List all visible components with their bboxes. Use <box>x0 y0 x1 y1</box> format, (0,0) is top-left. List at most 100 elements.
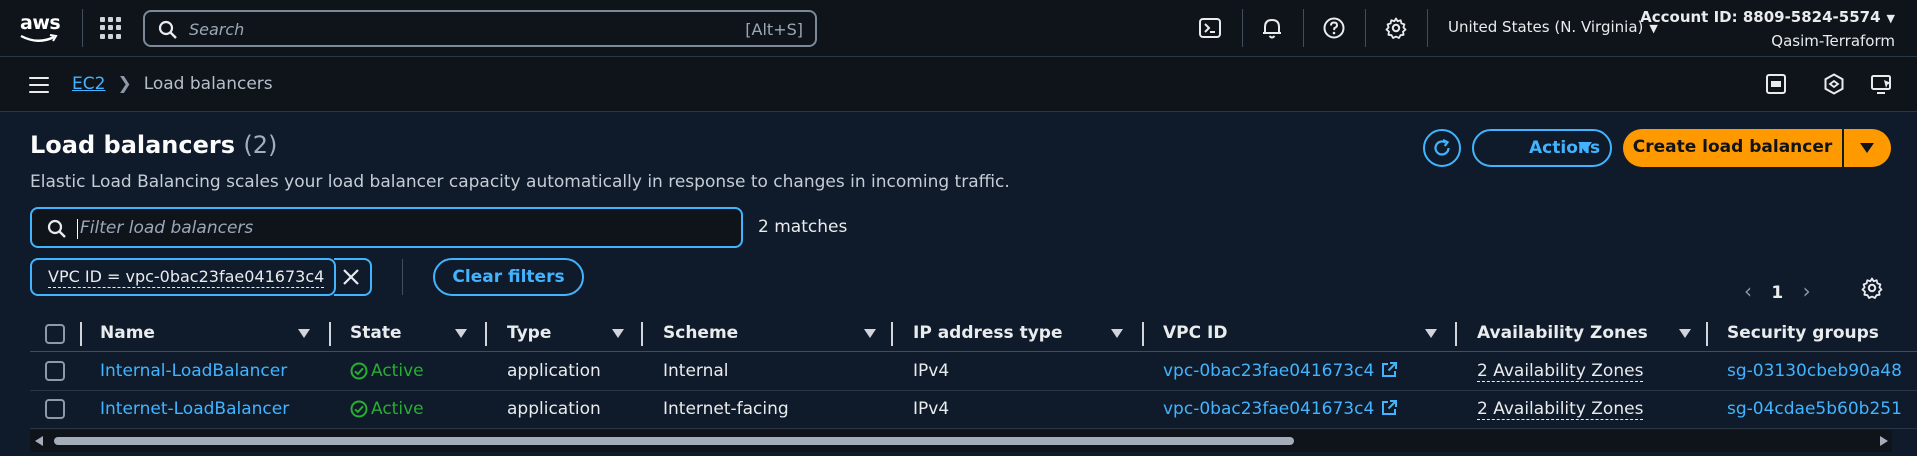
actions-button[interactable]: Actions <box>1472 129 1612 167</box>
divider <box>1242 9 1243 47</box>
region-selector[interactable]: United States (N. Virginia) ▼ <box>1448 18 1658 36</box>
breadcrumb-current: Load balancers <box>143 74 273 94</box>
check-circle-icon <box>350 362 368 380</box>
column-divider[interactable] <box>485 322 487 346</box>
pagination: ‹ 1 › <box>1744 279 1811 303</box>
select-all-checkbox[interactable] <box>45 324 65 344</box>
load-balancer-name-link[interactable]: Internal-LoadBalancer <box>100 361 287 381</box>
aws-logo[interactable]: aws <box>20 12 62 46</box>
filter-placeholder: Filter load balancers <box>80 218 254 238</box>
aws-logo-text: aws <box>20 12 61 34</box>
page-description: Elastic Load Balancing scales your load … <box>30 172 1010 192</box>
gear-icon[interactable] <box>1384 16 1408 40</box>
chevron-left-icon[interactable]: ‹ <box>1744 279 1752 303</box>
breadcrumb-ec2-link[interactable]: EC2 <box>72 74 105 94</box>
text-cursor <box>77 219 78 239</box>
ip-type-cell: IPv4 <box>913 361 950 381</box>
column-header-type[interactable]: Type <box>507 323 624 343</box>
scrollbar-thumb[interactable] <box>54 437 1294 445</box>
cloudshell-icon[interactable] <box>1198 16 1222 40</box>
search-input[interactable]: Search [Alt+S] <box>143 10 817 47</box>
breadcrumb-bar: EC2 ❯ Load balancers <box>0 57 1917 112</box>
refresh-button[interactable] <box>1423 129 1461 167</box>
column-divider[interactable] <box>891 322 893 346</box>
divider <box>82 9 83 47</box>
vpc-link[interactable]: vpc-0bac23fae041673c4 <box>1163 361 1398 381</box>
load-balancer-name-link[interactable]: Internet-LoadBalancer <box>100 399 289 419</box>
remove-token-button[interactable] <box>334 258 372 296</box>
filter-token[interactable]: VPC ID = vpc-0bac23fae041673c4 <box>30 258 336 296</box>
top-navigation: aws Search [Alt+S] United States (N. Vir… <box>0 0 1917 57</box>
screen-help-icon[interactable] <box>1870 72 1894 96</box>
services-grid-icon[interactable] <box>100 17 122 39</box>
chevron-right-icon: ❯ <box>117 74 132 94</box>
column-header-state[interactable]: State <box>350 323 467 343</box>
ip-type-cell: IPv4 <box>913 399 950 419</box>
horizontal-scrollbar[interactable] <box>30 430 1892 452</box>
search-placeholder: Search <box>189 20 245 39</box>
row-checkbox[interactable] <box>45 399 65 419</box>
sort-icon <box>1111 329 1123 338</box>
column-divider[interactable] <box>1455 322 1457 346</box>
column-header-security-groups[interactable]: Security groups <box>1727 323 1879 343</box>
table-row[interactable]: Internet-LoadBalancer Active application… <box>30 391 1917 429</box>
close-icon <box>343 269 359 285</box>
scroll-left-arrow-icon[interactable] <box>35 436 43 446</box>
divider <box>1427 9 1428 47</box>
help-icon[interactable] <box>1322 16 1346 40</box>
caret-down-icon <box>1578 142 1592 152</box>
refresh-icon <box>1434 139 1450 156</box>
column-divider[interactable] <box>80 322 82 346</box>
column-header-azs[interactable]: Availability Zones <box>1477 323 1691 343</box>
column-header-vpc-id[interactable]: VPC ID <box>1163 323 1437 343</box>
table-settings-gear-icon[interactable] <box>1860 276 1884 300</box>
filter-input[interactable]: Filter load balancers <box>30 207 743 248</box>
sort-icon <box>612 329 624 338</box>
column-divider[interactable] <box>641 322 643 346</box>
account-menu[interactable]: Account ID: 8809-5824-5574 ▼ Qasim-Terraf… <box>1640 6 1895 52</box>
page-count: (2) <box>243 131 278 159</box>
column-divider[interactable] <box>329 322 331 346</box>
type-cell: application <box>507 399 601 419</box>
row-checkbox[interactable] <box>45 361 65 381</box>
account-id: Account ID: 8809-5824-5574 <box>1640 8 1881 26</box>
column-header-ip-type[interactable]: IP address type <box>913 323 1123 343</box>
page-number[interactable]: 1 <box>1771 283 1783 303</box>
security-group-link[interactable]: sg-04cdae5b60b251 <box>1727 399 1902 419</box>
external-link-icon <box>1382 362 1398 377</box>
scheme-cell: Internet-facing <box>663 399 789 419</box>
page-title-text: Load balancers <box>30 131 236 159</box>
aws-smile-icon <box>20 34 58 42</box>
menu-icon[interactable] <box>29 77 49 93</box>
hexagon-icon[interactable] <box>1822 72 1846 96</box>
status-badge: Active <box>350 399 424 419</box>
caret-down-icon <box>1860 143 1874 153</box>
page-title: Load balancers (2) <box>30 131 277 159</box>
type-cell: application <box>507 361 601 381</box>
azs-popover[interactable]: 2 Availability Zones <box>1477 399 1644 420</box>
create-dropdown-button[interactable] <box>1844 129 1891 167</box>
info-panel-icon[interactable] <box>1764 72 1788 96</box>
column-divider[interactable] <box>1706 322 1708 346</box>
chevron-right-icon[interactable]: › <box>1803 279 1811 303</box>
security-group-link[interactable]: sg-03130cbeb90a48 <box>1727 361 1902 381</box>
match-count: 2 matches <box>758 217 848 237</box>
divider <box>1303 9 1304 47</box>
table-row[interactable]: Internal-LoadBalancer Active application… <box>30 353 1917 391</box>
divider <box>1365 9 1366 47</box>
azs-popover[interactable]: 2 Availability Zones <box>1477 361 1644 382</box>
vpc-link[interactable]: vpc-0bac23fae041673c4 <box>1163 399 1398 419</box>
check-circle-icon <box>350 400 368 418</box>
search-shortcut: [Alt+S] <box>745 20 803 39</box>
column-divider[interactable] <box>1142 322 1144 346</box>
column-header-scheme[interactable]: Scheme <box>663 323 876 343</box>
bell-icon[interactable] <box>1260 16 1284 40</box>
scroll-right-arrow-icon[interactable] <box>1880 436 1888 446</box>
caret-down-icon: ▼ <box>1886 12 1895 25</box>
sort-icon <box>1425 329 1437 338</box>
clear-filters-button[interactable]: Clear filters <box>433 258 584 296</box>
scheme-cell: Internal <box>663 361 729 381</box>
create-load-balancer-button[interactable]: Create load balancer <box>1623 129 1842 167</box>
column-header-name[interactable]: Name <box>100 323 310 343</box>
account-name: Qasim-Terraform <box>1771 32 1895 50</box>
